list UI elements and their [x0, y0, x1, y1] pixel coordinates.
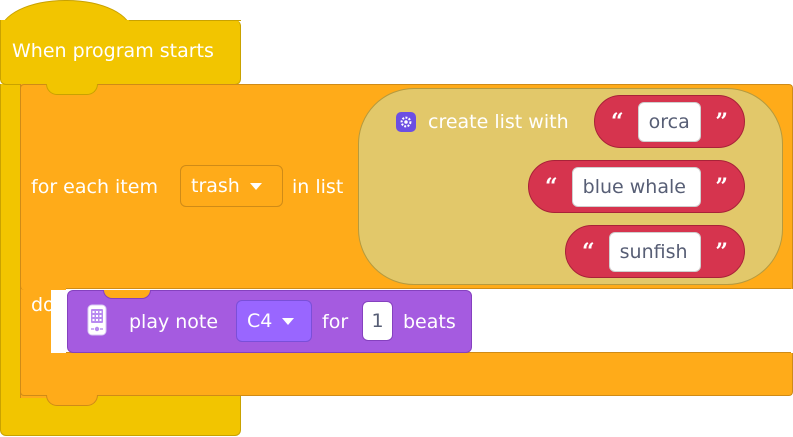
hub-display-glyph — [87, 304, 107, 336]
chevron-down-icon — [249, 182, 262, 190]
gear-glyph — [400, 116, 412, 128]
for-each-block-bottom[interactable] — [20, 353, 793, 396]
list-item-value: orca — [648, 110, 690, 133]
in-list-label: in list — [292, 176, 344, 198]
event-block-notch — [46, 84, 98, 95]
play-note-block-notch — [103, 290, 151, 299]
open-quote-icon: “ — [611, 108, 624, 135]
beats-value: 1 — [371, 310, 384, 332]
close-quote-icon: ” — [715, 238, 728, 265]
for-label: for — [322, 311, 349, 333]
gear-icon — [396, 112, 416, 132]
loop-variable-dropdown[interactable]: trash — [180, 165, 283, 207]
note-dropdown[interactable]: C4 — [236, 300, 312, 342]
list-item-input[interactable]: blue whale — [571, 166, 702, 207]
list-item-input[interactable]: sunfish — [608, 231, 702, 272]
for-each-inner-edge — [66, 288, 791, 289]
loop-variable-value: trash — [191, 175, 240, 197]
list-item-value: blue whale — [582, 175, 686, 198]
chevron-down-icon — [282, 317, 295, 325]
open-quote-icon: “ — [582, 238, 595, 265]
beats-input[interactable]: 1 — [362, 301, 393, 341]
close-quote-icon: ” — [715, 108, 728, 135]
list-item-text-block[interactable]: “ orca ” — [594, 95, 745, 148]
code-canvas[interactable]: When program starts for each item trash … — [0, 0, 793, 437]
open-quote-icon: “ — [545, 173, 558, 200]
for-each-block-notch — [46, 395, 98, 406]
create-list-label: create list with — [428, 111, 569, 133]
for-each-label: for each item — [31, 176, 158, 198]
play-note-label: play note — [129, 311, 219, 333]
event-block-label: When program starts — [12, 40, 214, 62]
do-label: do — [31, 294, 55, 316]
list-item-text-block[interactable]: “ blue whale ” — [528, 160, 745, 213]
event-block-rail — [0, 84, 21, 396]
list-item-text-block[interactable]: “ sunfish ” — [565, 225, 745, 278]
list-item-value: sunfish — [619, 240, 688, 263]
beats-label: beats — [403, 311, 456, 333]
close-quote-icon: ” — [715, 173, 728, 200]
note-value: C4 — [247, 310, 273, 332]
event-block-foot[interactable] — [0, 395, 241, 436]
list-item-input[interactable]: orca — [637, 101, 702, 142]
hub-display-icon — [87, 304, 107, 336]
